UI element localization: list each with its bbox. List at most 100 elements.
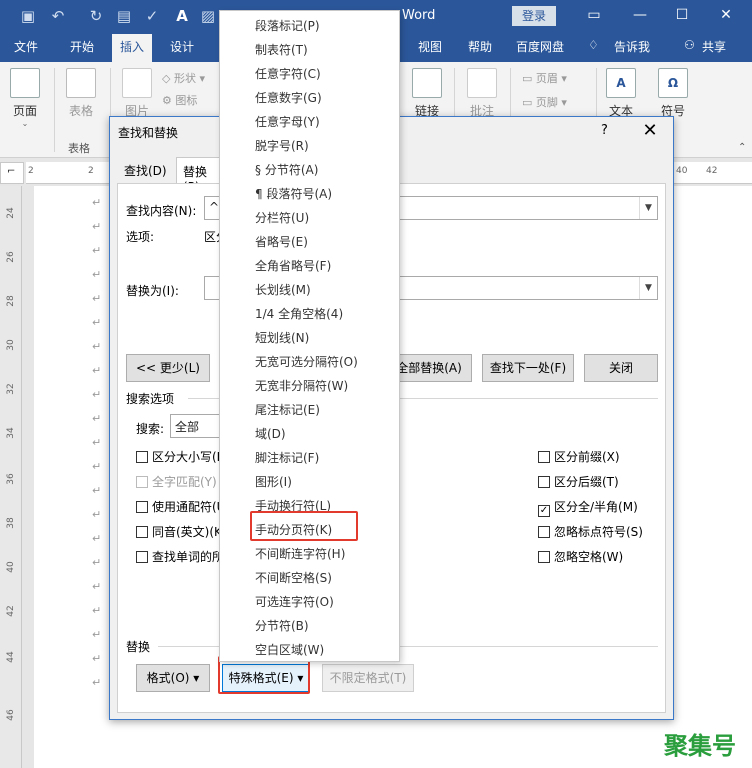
shape-button[interactable]: ◇ 形状 ▾ bbox=[162, 70, 205, 86]
ignore-space-checkbox[interactable]: 忽略空格(W) bbox=[538, 548, 623, 565]
chevron-down-icon[interactable]: ▼ bbox=[639, 277, 657, 299]
paragraph-mark: ↵ bbox=[92, 196, 102, 209]
ruler-corner[interactable]: ⌐ bbox=[0, 162, 24, 184]
tab-help[interactable]: 帮助 bbox=[468, 38, 492, 55]
chevron-down-icon[interactable]: ▼ bbox=[639, 197, 657, 219]
match-prefix-checkbox[interactable]: 区分前缀(X) bbox=[538, 448, 620, 465]
header-button[interactable]: ▭ 页眉 ▾ bbox=[522, 70, 567, 86]
menu-item[interactable]: 1/4 全角空格(4) bbox=[255, 305, 343, 322]
paragraph-mark: ↵ bbox=[92, 316, 102, 329]
checkbox-label: 忽略标点符号(S) bbox=[554, 525, 643, 539]
menu-item[interactable]: 图形(I) bbox=[255, 473, 292, 490]
tab-insert[interactable]: 插入 bbox=[112, 34, 153, 62]
menu-item[interactable]: 可选连字符(O) bbox=[255, 593, 334, 610]
icon-button[interactable]: ⚙ 图标 bbox=[162, 92, 197, 108]
wildcards-checkbox[interactable]: 使用通配符(U) bbox=[136, 498, 230, 515]
checkbox-label: 区分全/半角(M) bbox=[554, 500, 638, 514]
menu-item[interactable]: 短划线(N) bbox=[255, 329, 309, 346]
paragraph-mark: ↵ bbox=[92, 604, 102, 617]
match-width-checkbox[interactable]: ✓ 区分全/半角(M) bbox=[538, 498, 638, 517]
icon-label: 图标 bbox=[175, 94, 198, 107]
menu-item[interactable]: 无宽可选分隔符(O) bbox=[255, 353, 358, 370]
picture-button[interactable]: 图片 bbox=[120, 68, 154, 119]
ruler-tick: 38 bbox=[6, 517, 16, 529]
save-icon[interactable]: ▣ bbox=[18, 6, 38, 26]
options-label: 选项: bbox=[126, 230, 155, 244]
whole-word-checkbox[interactable]: 全字匹配(Y) bbox=[136, 473, 217, 490]
menu-item[interactable]: 制表符(T) bbox=[255, 41, 308, 58]
search-options-heading: 搜索选项 bbox=[126, 392, 175, 406]
tab-baidu[interactable]: 百度网盘 bbox=[516, 38, 564, 55]
menu-item[interactable]: 分节符(B) bbox=[255, 617, 309, 634]
login-button[interactable]: 登录 bbox=[512, 6, 556, 26]
menu-item[interactable]: 脱字号(R) bbox=[255, 137, 309, 154]
ribbon-display-icon[interactable]: ▭ bbox=[580, 4, 608, 26]
ruler-tick: 26 bbox=[6, 251, 16, 263]
omega-icon: Ω bbox=[658, 68, 688, 98]
tab-file[interactable]: 文件 bbox=[14, 38, 38, 55]
menu-item[interactable]: 空白区域(W) bbox=[255, 641, 324, 658]
paragraph-mark: ↵ bbox=[92, 460, 102, 473]
menu-item[interactable]: 无宽非分隔符(W) bbox=[255, 377, 348, 394]
match-suffix-checkbox[interactable]: 区分后缀(T) bbox=[538, 473, 619, 490]
close-button[interactable]: 关闭 bbox=[584, 354, 658, 382]
spelling-icon[interactable]: ✓ bbox=[142, 6, 162, 26]
tell-me-icon[interactable]: ♢ bbox=[588, 38, 599, 52]
menu-item[interactable]: 不间断空格(S) bbox=[255, 569, 332, 586]
tab-share[interactable]: 共享 bbox=[702, 38, 726, 55]
menu-item[interactable]: 长划线(M) bbox=[255, 281, 311, 298]
close-window-button[interactable]: ✕ bbox=[712, 4, 740, 26]
text-button[interactable]: A 文本 bbox=[604, 68, 638, 119]
maximize-button[interactable]: ☐ bbox=[668, 4, 696, 26]
text-box-icon: A bbox=[606, 68, 636, 98]
page-button[interactable]: 页面 ⌄ bbox=[8, 68, 42, 128]
footer-button[interactable]: ▭ 页脚 ▾ bbox=[522, 94, 567, 110]
menu-item[interactable]: § 分节符(A) bbox=[255, 161, 318, 178]
collapse-ribbon-icon[interactable]: ⌃ bbox=[738, 142, 746, 153]
checkbox-box bbox=[136, 526, 148, 538]
tab-tell-me[interactable]: 告诉我 bbox=[614, 38, 650, 55]
font-icon[interactable]: A bbox=[172, 6, 192, 26]
menu-item[interactable]: 任意数字(G) bbox=[255, 89, 322, 106]
menu-item[interactable]: 全角省略号(F) bbox=[255, 257, 331, 274]
menu-item[interactable]: 任意字符(C) bbox=[255, 65, 321, 82]
paragraph-mark: ↵ bbox=[92, 340, 102, 353]
link-button[interactable]: 链接 bbox=[410, 68, 444, 119]
vertical-ruler[interactable]: 24 26 28 30 32 34 36 38 40 42 44 46 bbox=[0, 186, 22, 768]
redo-icon[interactable]: ↻ bbox=[86, 6, 106, 26]
table-button[interactable]: 表格 bbox=[64, 68, 98, 119]
paragraph-mark: ↵ bbox=[92, 268, 102, 281]
menu-item[interactable]: 不间断连字符(H) bbox=[255, 545, 345, 562]
menu-item[interactable]: 分栏符(U) bbox=[255, 209, 309, 226]
tab-design[interactable]: 设计 bbox=[170, 38, 194, 55]
menu-item[interactable]: ¶ 段落符号(A) bbox=[255, 185, 332, 202]
undo-icon[interactable]: ↶ bbox=[48, 6, 68, 26]
picture-icon[interactable]: ▨ bbox=[198, 6, 218, 26]
format-painter-icon[interactable]: ▤ bbox=[114, 6, 134, 26]
tab-home[interactable]: 开始 bbox=[70, 38, 94, 55]
share-icon[interactable]: ⚇ bbox=[684, 38, 695, 52]
format-button[interactable]: 格式(O) ▾ bbox=[136, 664, 210, 692]
help-button[interactable]: ? bbox=[601, 123, 608, 138]
find-next-button[interactable]: 查找下一处(F) bbox=[482, 354, 574, 382]
menu-item[interactable]: 尾注标记(E) bbox=[255, 401, 320, 418]
dialog-close-button[interactable]: ✕ bbox=[640, 120, 660, 141]
ruler-tick: 42 bbox=[6, 605, 16, 617]
menu-item[interactable]: 省略号(E) bbox=[255, 233, 308, 250]
match-case-checkbox[interactable]: 区分大小写(H) bbox=[136, 448, 230, 465]
less-button[interactable]: << 更少(L) bbox=[126, 354, 210, 382]
sounds-like-checkbox[interactable]: 同音(英文)(K) bbox=[136, 523, 227, 540]
paragraph-mark: ↵ bbox=[92, 436, 102, 449]
tab-view[interactable]: 视图 bbox=[418, 38, 442, 55]
tab-find[interactable]: 查找(D) bbox=[118, 157, 173, 183]
no-format-button[interactable]: 不限定格式(T) bbox=[322, 664, 414, 692]
menu-item[interactable]: 任意字母(Y) bbox=[255, 113, 320, 130]
watermark-logo: 聚集号 bbox=[664, 732, 736, 760]
minimize-button[interactable]: — bbox=[626, 4, 654, 26]
symbol-button[interactable]: Ω 符号 bbox=[656, 68, 690, 119]
ignore-punctuation-checkbox[interactable]: 忽略标点符号(S) bbox=[538, 523, 643, 540]
comment-button[interactable]: 批注 bbox=[464, 68, 500, 119]
menu-item[interactable]: 段落标记(P) bbox=[255, 17, 320, 34]
menu-item[interactable]: 域(D) bbox=[255, 425, 286, 442]
menu-item[interactable]: 脚注标记(F) bbox=[255, 449, 319, 466]
